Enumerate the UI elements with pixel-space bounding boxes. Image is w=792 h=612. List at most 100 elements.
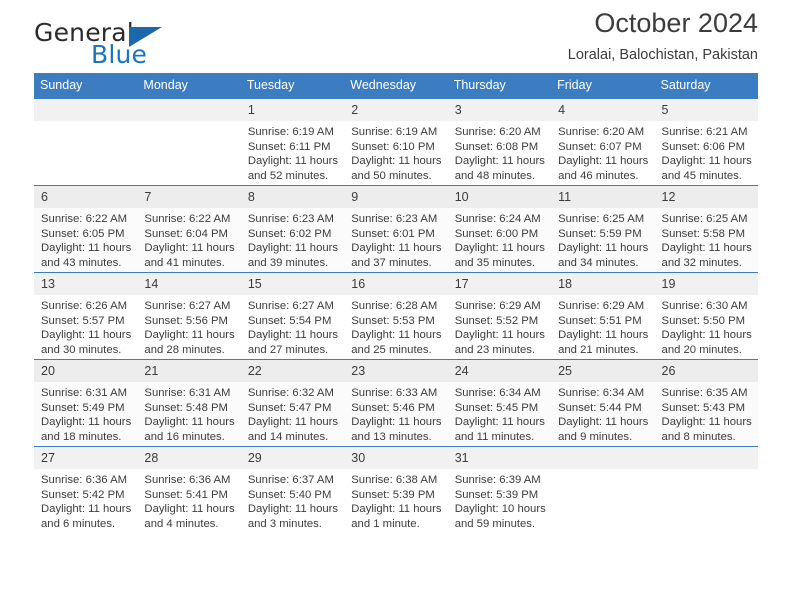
day-number: 15 (240, 273, 345, 295)
day-detail-line: Sunset: 5:45 PM (454, 401, 539, 414)
calendar-day-cell[interactable]: 10 Sunrise: 6:24 AM Sunset: 6:00 PM Dayligh… (447, 185, 552, 273)
weekday-header-monday: Monday (137, 73, 241, 99)
calendar-day-cell[interactable]: 3 Sunrise: 6:20 AM Sunset: 6:08 PM Daylight… (447, 98, 552, 186)
calendar-day-cell[interactable]: 4 Sunrise: 6:20 AM Sunset: 6:07 PM Daylight… (551, 98, 655, 186)
calendar-day-cell[interactable]: 27 Sunrise: 6:36 AM Sunset: 5:42 PM Dayligh… (34, 446, 138, 533)
day-detail-line: and 11 minutes. (454, 430, 535, 443)
day-detail-line: Sunset: 5:50 PM (661, 314, 746, 327)
calendar-page: General Blue October 2024 Loralai, Baloc… (0, 0, 792, 612)
day-detail-line: Sunset: 6:11 PM (247, 140, 331, 153)
day-detail-line: and 48 minutes. (454, 169, 536, 182)
calendar-day-cell-empty (551, 446, 655, 533)
day-detail-line: Daylight: 11 hours (558, 155, 649, 168)
day-detail-line: Sunrise: 6:25 AM (661, 213, 748, 225)
calendar-day-cell[interactable]: 25 Sunrise: 6:34 AM Sunset: 5:44 PM Dayligh… (551, 359, 655, 447)
calendar-day-cell[interactable]: 2 Sunrise: 6:19 AM Sunset: 6:10 PM Daylight… (344, 98, 448, 186)
day-detail-line: and 46 minutes. (558, 169, 639, 182)
day-detail-line: Sunrise: 6:30 AM (661, 300, 748, 312)
day-detail-line: Daylight: 11 hours (661, 329, 752, 342)
calendar-day-cell[interactable]: 26 Sunrise: 6:35 AM Sunset: 5:43 PM Dayligh… (654, 359, 758, 447)
day-detail-line: Sunrise: 6:35 AM (661, 387, 748, 399)
day-details: Sunrise: 6:23 AM Sunset: 6:02 PM Daylight:… (241, 208, 344, 270)
calendar-day-cell[interactable]: 28 Sunrise: 6:36 AM Sunset: 5:41 PM Dayligh… (137, 446, 241, 533)
logo-text-blue: Blue (91, 40, 148, 69)
calendar-day-cell[interactable]: 22 Sunrise: 6:32 AM Sunset: 5:47 PM Dayligh… (240, 359, 345, 447)
day-details: Sunrise: 6:31 AM Sunset: 5:49 PM Daylight:… (34, 382, 137, 444)
day-details: Sunrise: 6:36 AM Sunset: 5:41 PM Daylight:… (137, 469, 240, 531)
day-detail-line: Sunset: 6:04 PM (144, 227, 228, 240)
page-subtitle: Loralai, Balochistan, Pakistan (567, 47, 758, 63)
calendar-day-cell[interactable]: 16 Sunrise: 6:28 AM Sunset: 5:53 PM Dayligh… (344, 272, 448, 360)
day-number (654, 447, 758, 469)
calendar-day-cell[interactable]: 15 Sunrise: 6:27 AM Sunset: 5:54 PM Dayligh… (240, 272, 345, 360)
calendar-day-cell[interactable]: 21 Sunrise: 6:31 AM Sunset: 5:48 PM Dayligh… (137, 359, 241, 447)
calendar-day-cell[interactable]: 19 Sunrise: 6:30 AM Sunset: 5:50 PM Dayligh… (654, 272, 758, 360)
day-number: 26 (654, 360, 758, 382)
day-detail-line: Sunrise: 6:25 AM (558, 213, 645, 225)
day-number: 17 (447, 273, 552, 295)
day-detail-line: Sunrise: 6:34 AM (454, 387, 541, 399)
calendar-day-cell[interactable]: 13 Sunrise: 6:26 AM Sunset: 5:57 PM Dayligh… (34, 272, 138, 360)
day-detail-line: Sunset: 6:06 PM (661, 140, 746, 153)
calendar-week-row: 27 Sunrise: 6:36 AM Sunset: 5:42 PM Dayligh… (34, 446, 758, 533)
day-detail-line: Daylight: 11 hours (351, 329, 442, 342)
day-details: Sunrise: 6:34 AM Sunset: 5:44 PM Daylight:… (551, 382, 654, 444)
day-detail-line: and 59 minutes. (454, 517, 536, 530)
calendar-day-cell[interactable]: 18 Sunrise: 6:29 AM Sunset: 5:51 PM Dayligh… (551, 272, 655, 360)
day-detail-line: and 13 minutes. (351, 430, 432, 443)
day-number: 7 (137, 186, 241, 208)
day-detail-line: and 34 minutes. (558, 256, 639, 269)
calendar-day-cell[interactable]: 7 Sunrise: 6:22 AM Sunset: 6:04 PM Daylight… (137, 185, 241, 273)
calendar-day-cell[interactable]: 30 Sunrise: 6:38 AM Sunset: 5:39 PM Dayligh… (344, 446, 448, 533)
calendar-day-cell[interactable]: 20 Sunrise: 6:31 AM Sunset: 5:49 PM Dayligh… (34, 359, 138, 447)
day-number: 6 (34, 186, 138, 208)
calendar-day-cell[interactable]: 24 Sunrise: 6:34 AM Sunset: 5:45 PM Dayligh… (447, 359, 552, 447)
weekday-header-tuesday: Tuesday (240, 73, 345, 99)
calendar-day-cell[interactable]: 11 Sunrise: 6:25 AM Sunset: 5:59 PM Dayligh… (551, 185, 655, 273)
calendar-day-cell[interactable]: 5 Sunrise: 6:21 AM Sunset: 6:06 PM Daylight… (654, 98, 758, 186)
day-detail-line: Daylight: 11 hours (247, 155, 339, 168)
day-detail-line: and 18 minutes. (41, 430, 122, 443)
day-detail-line: and 9 minutes. (558, 430, 633, 443)
day-details: Sunrise: 6:22 AM Sunset: 6:05 PM Daylight:… (34, 208, 137, 270)
calendar-day-cell[interactable]: 23 Sunrise: 6:33 AM Sunset: 5:46 PM Dayligh… (344, 359, 448, 447)
day-detail-line: Sunrise: 6:19 AM (247, 126, 334, 138)
day-details: Sunrise: 6:37 AM Sunset: 5:40 PM Daylight:… (241, 469, 344, 531)
day-detail-line: Sunset: 5:43 PM (661, 401, 746, 414)
calendar-day-cell-empty (654, 446, 758, 533)
day-detail-line: Daylight: 11 hours (454, 416, 545, 429)
day-detail-line: Sunset: 6:02 PM (247, 227, 332, 240)
calendar-day-cell[interactable]: 29 Sunrise: 6:37 AM Sunset: 5:40 PM Dayligh… (240, 446, 345, 533)
calendar-day-cell[interactable]: 14 Sunrise: 6:27 AM Sunset: 5:56 PM Dayligh… (137, 272, 241, 360)
calendar-day-cell[interactable]: 17 Sunrise: 6:29 AM Sunset: 5:52 PM Dayligh… (447, 272, 552, 360)
day-detail-line: and 1 minute. (351, 517, 420, 530)
day-details: Sunrise: 6:29 AM Sunset: 5:52 PM Daylight:… (448, 295, 551, 357)
day-detail-line: Daylight: 11 hours (454, 329, 545, 342)
day-detail-line: Sunset: 5:53 PM (351, 314, 435, 327)
calendar-day-cell[interactable]: 12 Sunrise: 6:25 AM Sunset: 5:58 PM Dayligh… (654, 185, 758, 273)
calendar-day-cell[interactable]: 1 Sunrise: 6:19 AM Sunset: 6:11 PM Daylight… (240, 98, 345, 186)
day-number: 9 (344, 186, 448, 208)
day-detail-line: Sunrise: 6:22 AM (144, 213, 231, 225)
day-detail-line: Daylight: 11 hours (41, 416, 132, 429)
calendar-day-cell[interactable]: 6 Sunrise: 6:22 AM Sunset: 6:05 PM Daylight… (34, 185, 138, 273)
calendar-day-cell[interactable]: 31 Sunrise: 6:39 AM Sunset: 5:39 PM Dayligh… (447, 446, 552, 533)
general-blue-logo[interactable]: General Blue (34, 18, 244, 70)
day-detail-line: Sunset: 5:39 PM (454, 488, 539, 501)
day-detail-line: Sunset: 5:46 PM (351, 401, 435, 414)
calendar-day-cell-empty (34, 98, 138, 186)
day-detail-line: Sunrise: 6:22 AM (41, 213, 128, 225)
calendar-day-cell[interactable]: 8 Sunrise: 6:23 AM Sunset: 6:02 PM Daylight… (240, 185, 345, 273)
day-details: Sunrise: 6:21 AM Sunset: 6:06 PM Daylight:… (655, 121, 758, 183)
day-detail-line: Daylight: 11 hours (351, 242, 442, 255)
day-details: Sunrise: 6:36 AM Sunset: 5:42 PM Daylight:… (34, 469, 137, 531)
day-number: 20 (34, 360, 138, 382)
day-number: 28 (137, 447, 241, 469)
day-detail-line: Sunset: 5:54 PM (247, 314, 332, 327)
day-details: Sunrise: 6:31 AM Sunset: 5:48 PM Daylight:… (137, 382, 240, 444)
day-detail-line: and 8 minutes. (661, 430, 736, 443)
day-detail-line: and 27 minutes. (247, 343, 329, 356)
calendar-day-cell[interactable]: 9 Sunrise: 6:23 AM Sunset: 6:01 PM Daylight… (344, 185, 448, 273)
day-number: 23 (344, 360, 448, 382)
day-detail-line: Sunset: 5:39 PM (351, 488, 435, 501)
